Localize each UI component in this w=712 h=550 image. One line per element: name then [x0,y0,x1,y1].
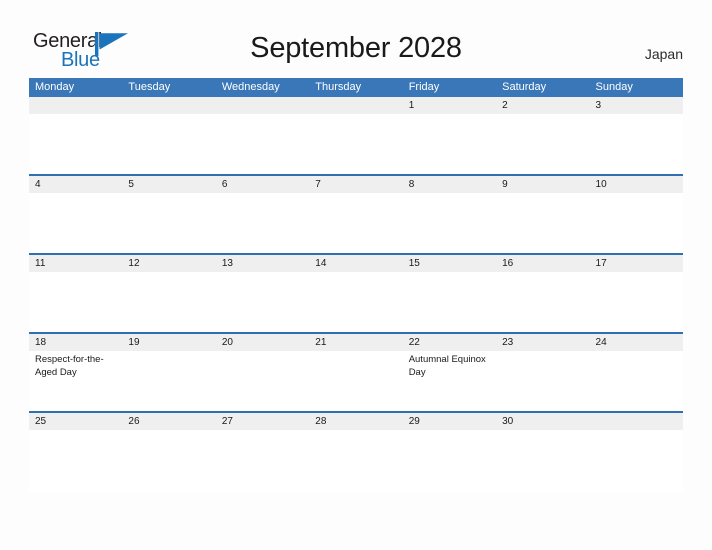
calendar-week-row: 4 5 6 7 8 9 10 [29,176,683,255]
day-number: 30 [502,416,514,427]
calendar-day-cell[interactable]: 17 [589,255,683,332]
calendar-page: General Blue September 2028 Japan Monday… [0,0,712,550]
day-number: 28 [315,416,327,427]
day-number: 16 [502,258,514,269]
day-number: 10 [595,179,607,190]
day-number: 9 [502,179,508,190]
calendar-day-cell-empty [122,97,216,174]
day-events: Respect-for-the-Aged Day [29,351,122,379]
calendar-day-cell-empty [309,97,403,174]
calendar-week-cells: 4 5 6 7 8 9 10 [29,176,683,253]
calendar-weeks: 1 2 3 4 5 6 7 8 9 10 11 12 13 14 15 16 17 18 Respect-for-t… [29,97,683,492]
calendar-grid: Monday Tuesday Wednesday Thursday Friday… [29,78,683,492]
holiday-event-label: Autumnal Equinox Day [408,354,486,378]
calendar-day-cell[interactable]: 22 Autumnal Equinox Day [402,334,497,411]
page-title: September 2028 [250,32,462,64]
calendar-day-cell[interactable]: 2 [496,97,590,174]
day-number: 12 [128,258,140,269]
day-number: 14 [315,258,327,269]
calendar-day-cell[interactable]: 4 [29,176,123,253]
day-number [590,413,683,430]
calendar-week-cells: 11 12 13 14 15 16 17 [29,255,683,332]
day-number: 20 [221,337,233,348]
calendar-day-cell[interactable]: 19 [122,334,216,411]
calendar-day-cell[interactable]: 23 [496,334,590,411]
weekday-header-wednesday: Wednesday [221,81,280,93]
calendar-day-cell[interactable]: 25 [29,413,123,492]
calendar-day-cell[interactable]: 26 [122,413,216,492]
weekday-header-row: Monday Tuesday Wednesday Thursday Friday… [29,78,683,97]
day-number: 26 [128,416,140,427]
weekday-header-friday: Friday [408,81,440,93]
calendar-day-cell[interactable]: 3 [589,97,683,174]
day-number: 5 [128,179,134,190]
calendar-day-cell[interactable]: 24 [589,334,683,411]
day-number [309,97,402,114]
day-number: 24 [595,337,607,348]
day-number: 19 [128,337,140,348]
calendar-day-cell-empty [29,97,123,174]
day-number: 17 [595,258,607,269]
calendar-day-cell[interactable]: 27 [215,413,310,492]
holiday-event-label: Respect-for-the-Aged Day [35,354,104,378]
day-number [122,97,215,114]
day-number: 22 [408,337,420,348]
calendar-day-cell-empty [215,97,310,174]
day-number: 29 [408,416,420,427]
calendar-day-cell[interactable]: 20 [215,334,310,411]
day-number: 1 [408,100,415,111]
calendar-day-cell[interactable]: 13 [215,255,310,332]
calendar-week-row: 25 26 27 28 29 30 [29,413,683,492]
calendar-week-row: 1 2 3 [29,97,683,176]
calendar-day-cell[interactable]: 14 [309,255,403,332]
day-number: 18 [35,337,47,348]
day-number: 27 [221,416,233,427]
day-number: 15 [408,258,420,269]
region-label: Japan [644,46,683,62]
day-events: Autumnal Equinox Day [403,351,496,379]
calendar-day-cell[interactable]: 30 [496,413,590,492]
calendar-week-row: 11 12 13 14 15 16 17 [29,255,683,334]
calendar-day-cell[interactable]: 29 [402,413,497,492]
calendar-day-cell[interactable]: 10 [589,176,683,253]
day-number [216,97,309,114]
calendar-day-cell[interactable]: 11 [29,255,123,332]
day-number: 2 [502,100,508,111]
calendar-day-cell[interactable]: 18 Respect-for-the-Aged Day [29,334,123,411]
calendar-week-cells: 18 Respect-for-the-Aged Day 19 20 21 22 Autumn… [29,334,683,411]
calendar-day-cell[interactable]: 21 [309,334,403,411]
calendar-day-cell[interactable]: 8 [402,176,497,253]
calendar-day-cell[interactable]: 1 [402,97,497,174]
calendar-day-cell[interactable]: 5 [122,176,216,253]
page-header: General Blue September 2028 Japan [0,0,712,74]
calendar-day-cell[interactable]: 12 [122,255,216,332]
day-number [29,97,122,114]
weekday-header-sunday: Sunday [595,81,633,93]
day-number: 25 [35,416,47,427]
weekday-header-thursday: Thursday [315,81,362,93]
day-number: 3 [595,100,602,111]
calendar-day-cell-empty [589,413,683,492]
calendar-day-cell[interactable]: 9 [496,176,590,253]
day-number: 6 [221,179,228,190]
calendar-week-cells: 25 26 27 28 29 30 [29,413,683,492]
weekday-header-tuesday: Tuesday [128,81,171,93]
day-number: 21 [315,337,327,348]
weekday-header-saturday: Saturday [502,81,547,93]
day-number: 8 [408,179,415,190]
calendar-day-cell[interactable]: 28 [309,413,403,492]
calendar-day-cell[interactable]: 16 [496,255,590,332]
day-number: 13 [221,258,233,269]
calendar-day-cell[interactable]: 6 [215,176,310,253]
calendar-day-cell[interactable]: 7 [309,176,403,253]
day-number: 23 [502,337,514,348]
calendar-week-cells: 1 2 3 [29,97,683,174]
calendar-week-row: 18 Respect-for-the-Aged Day 19 20 21 22 Autumn… [29,334,683,413]
day-number: 11 [35,258,46,269]
day-number: 4 [35,179,41,190]
day-number: 7 [315,179,321,190]
weekday-header-monday: Monday [35,81,75,93]
calendar-day-cell[interactable]: 15 [402,255,497,332]
